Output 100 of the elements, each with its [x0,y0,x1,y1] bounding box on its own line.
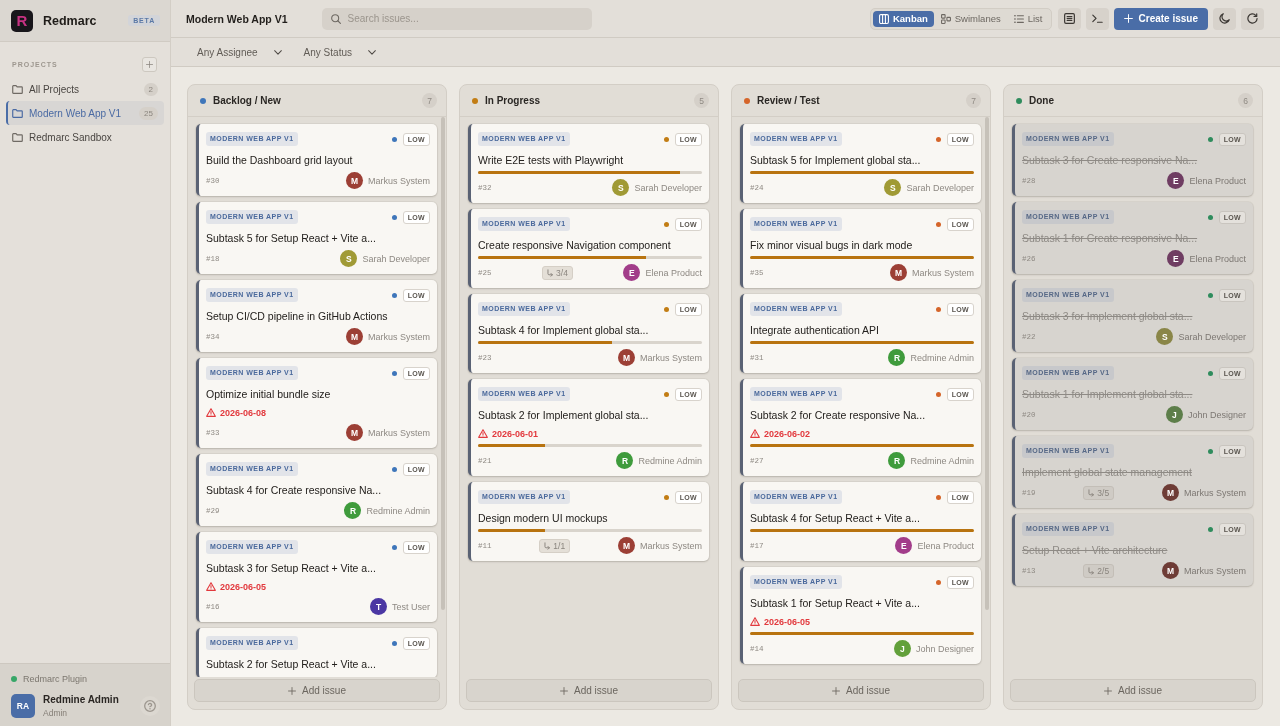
issue-title: Subtask 5 for Setup React + Vite a... [206,231,377,245]
assignee-name: Markus System [639,540,702,551]
user-name: Redmine Admin [43,694,119,705]
count-badge: 25 [139,106,158,120]
issue-title: Subtask 3 for Create responsive Na... [1022,153,1199,167]
plus-icon [1123,14,1133,23]
user-role: Admin [43,708,69,718]
add-issue-button[interactable]: Add issue [1010,679,1256,702]
assignee-avatar: J [893,640,911,657]
assignee-avatar: S [340,250,358,267]
assignee-avatar: S [612,179,630,196]
due-date: 2026-06-02 [764,428,811,439]
column-title: In Progress [485,95,541,106]
warning-icon [478,429,488,438]
assignee-name: Redmine Admin [366,505,430,516]
add-issue-button[interactable]: Add issue [194,679,440,702]
view-tab[interactable]: List [1007,10,1049,27]
issue-title: Optimize initial bundle size [206,387,332,401]
refresh-icon [1247,13,1258,24]
terminal-icon [1091,14,1103,23]
count-badge: 5 [694,93,709,108]
issue-title: Subtask 4 for Create responsive Na... [206,483,383,497]
issue-title: Setup React + Vite architecture [1022,543,1169,557]
chevron-down-icon [367,49,376,55]
assignee-name: Test User [392,601,430,612]
issue-title: Design modern UI mockups [478,511,609,525]
filter-dropdown[interactable]: Any Assignee [195,42,284,62]
project-item[interactable]: Modern Web App V1 25 [6,101,164,125]
issue-title: Subtask 4 for Setup React + Vite a... [750,511,921,525]
count-badge: 6 [1238,93,1253,108]
assignee-avatar: R [888,349,906,366]
assignee-name: Redmine Admin [910,352,974,363]
theme-button[interactable] [1213,7,1236,30]
issue-title: Subtask 1 for Implement global sta... [1022,387,1194,401]
search-field[interactable]: Search issues... [321,7,592,30]
warning-icon [206,408,216,417]
issue-title: Write E2E tests with Playwright [478,153,625,167]
warning-icon [750,429,760,438]
assignee-avatar: M [346,328,363,345]
assignee-name: Redmine Admin [638,455,702,466]
assignee-name: Sarah Developer [1178,331,1246,342]
subtask-count: 3/4 [556,267,568,278]
column-title: Done [1029,95,1054,106]
subtask-icon [1088,488,1095,497]
issue-title: Subtask 1 for Setup React + Vite a... [750,596,921,610]
issue-title: Subtask 3 for Setup React + Vite a... [206,561,377,575]
assignee-name: John Designer [915,643,974,654]
assignee-avatar: R [888,452,906,469]
kanban-icon [878,13,889,24]
terminal-button[interactable] [1085,7,1109,30]
assignee-avatar: R [616,452,634,469]
assignee-avatar: E [1167,172,1185,189]
plus-icon [832,686,841,695]
assignee-name: Elena Product [645,267,702,278]
help-icon [144,700,156,712]
filter-dropdown[interactable]: Any Status [301,42,378,62]
assignee-avatar: M [617,537,635,554]
refresh-button[interactable] [1241,7,1264,30]
assignee-avatar: T [370,598,387,615]
folder-icon [12,108,23,118]
assignee-name: Markus System [640,352,702,363]
assignee-avatar: E [623,264,641,281]
issue-title: Setup CI/CD pipeline in GitHub Actions [206,309,389,323]
subtask-count: 3/5 [1097,487,1110,498]
view-tab[interactable]: Kanban [872,10,934,27]
assignee-avatar: S [1156,328,1174,345]
add-issue-button[interactable]: Add issue [738,679,984,702]
moon-icon [1219,13,1230,24]
app-logo: R [11,9,33,32]
subtask-count: 1/1 [553,540,566,551]
project-item[interactable]: Redmarc Sandbox [6,125,164,149]
document-icon [1063,13,1075,24]
document-button[interactable] [1057,7,1081,30]
folder-icon [12,84,23,94]
assignee-avatar: S [884,179,902,196]
issue-title: Implement global state management [1022,465,1193,479]
view-tab[interactable]: Swimlanes [934,10,1007,27]
assignee-avatar: R [344,502,362,519]
assignee-name: Elena Product [1189,253,1246,264]
issue-title: Subtask 5 for Implement global sta... [750,153,922,167]
plus-icon [288,686,297,695]
count-badge: 7 [966,93,981,108]
user-avatar: RA [11,694,35,718]
add-issue-button[interactable]: Add issue [466,679,712,702]
assignee-name: Elena Product [1189,175,1246,186]
project-item[interactable]: All Projects 2 [6,77,164,101]
issue-title: Subtask 1 for Create responsive Na... [1022,231,1199,245]
assignee-name: John Designer [1187,409,1246,420]
issue-title: Fix minor visual bugs in dark mode [750,238,914,252]
assignee-name: Markus System [912,267,974,278]
list-icon [1013,13,1024,24]
search-icon [330,13,341,24]
subtask-icon [547,268,554,277]
assignee-name: Markus System [368,427,430,438]
assignee-avatar: M [346,172,363,189]
assignee-name: Markus System [368,331,430,342]
subtask-icon [1088,566,1095,575]
column-title: Backlog / New [213,95,281,106]
create-issue-button[interactable]: Create issue [1113,7,1208,30]
assignee-name: Elena Product [917,540,974,551]
